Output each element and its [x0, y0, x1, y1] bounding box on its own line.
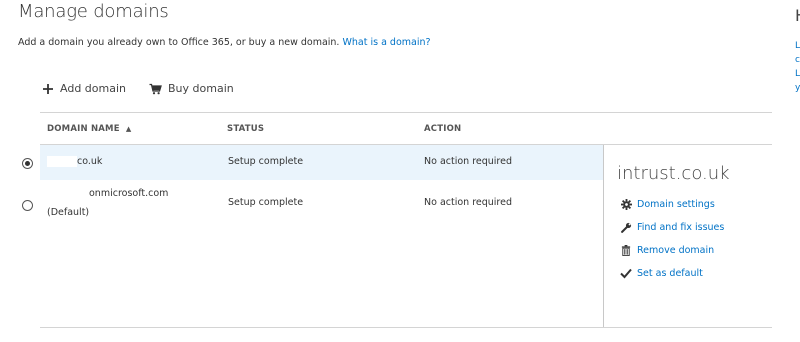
- cart-icon: [149, 83, 162, 95]
- status-cell: Setup complete: [228, 197, 304, 208]
- buy-domain-button[interactable]: Buy domain: [149, 82, 234, 95]
- default-domain-label: (Default): [47, 207, 90, 218]
- find-and-fix-issues-link[interactable]: Find and fix issues: [620, 222, 724, 233]
- table-top-divider: [40, 112, 772, 113]
- redacted-text: [47, 188, 89, 199]
- help-panel-title-fragment: H: [795, 6, 800, 25]
- redacted-text: [47, 156, 77, 167]
- trash-icon: [620, 245, 632, 256]
- column-header-status[interactable]: STATUS: [227, 124, 264, 134]
- column-header-domain-name[interactable]: DOMAIN NAME ▲: [47, 124, 131, 134]
- sort-ascending-icon: ▲: [125, 125, 132, 133]
- row-select-radio[interactable]: [22, 158, 33, 169]
- remove-domain-label: Remove domain: [637, 245, 715, 256]
- action-cell: No action required: [424, 156, 513, 167]
- find-and-fix-issues-label: Find and fix issues: [637, 222, 725, 233]
- help-link-fragment[interactable]: c: [795, 55, 800, 65]
- details-panel-title: intrust.co.uk: [617, 163, 730, 184]
- action-cell: No action required: [424, 197, 513, 208]
- checkmark-icon: [620, 268, 632, 279]
- status-cell: Setup complete: [228, 156, 304, 167]
- table-bottom-divider: [40, 327, 772, 328]
- gear-icon: [620, 199, 632, 210]
- page-title: Manage domains: [18, 1, 169, 22]
- plus-icon: [42, 83, 54, 95]
- domain-settings-label: Domain settings: [637, 199, 715, 210]
- domain-name-text: onmicrosoft.com: [89, 188, 169, 199]
- row-select-radio[interactable]: [22, 200, 33, 211]
- add-domain-label: Add domain: [60, 82, 126, 95]
- what-is-a-domain-link[interactable]: What is a domain?: [342, 37, 430, 48]
- domain-settings-link[interactable]: Domain settings: [620, 199, 715, 210]
- column-header-label: DOMAIN NAME: [47, 124, 120, 134]
- page-intro: Add a domain you already own to Office 3…: [18, 37, 431, 48]
- details-panel-divider: [603, 145, 604, 327]
- help-link-fragment[interactable]: y: [795, 83, 800, 93]
- column-header-action[interactable]: ACTION: [424, 124, 461, 134]
- buy-domain-label: Buy domain: [168, 82, 234, 95]
- set-as-default-label: Set as default: [637, 268, 703, 279]
- domain-name-text: co.uk: [77, 156, 103, 167]
- remove-domain-link[interactable]: Remove domain: [620, 245, 714, 256]
- table-row-selected-background: [40, 145, 603, 180]
- set-as-default-link[interactable]: Set as default: [620, 268, 703, 279]
- domain-name-cell: co.uk: [47, 156, 102, 167]
- help-link-fragment[interactable]: L: [795, 41, 800, 51]
- wrench-icon: [620, 222, 632, 233]
- intro-text: Add a domain you already own to Office 3…: [18, 37, 340, 48]
- add-domain-button[interactable]: Add domain: [42, 82, 126, 95]
- domain-name-cell: onmicrosoft.com: [47, 188, 168, 199]
- help-link-fragment[interactable]: L: [795, 69, 800, 79]
